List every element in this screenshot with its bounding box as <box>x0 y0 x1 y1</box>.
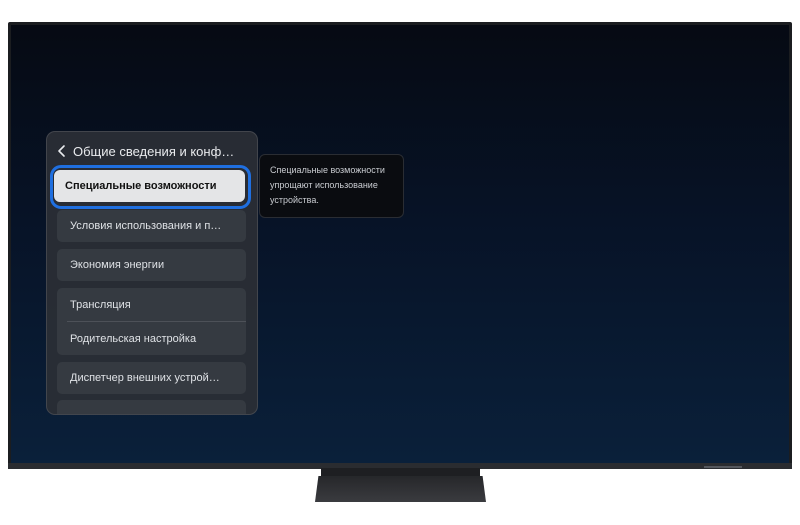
menu-item-label: Трансляция <box>70 298 131 311</box>
settings-menu-panel: Общие сведения и конф… Специальные возмо… <box>46 131 258 415</box>
tooltip-text: Специальные возможности упрощают использ… <box>270 165 385 205</box>
menu-header: Общие сведения и конф… <box>47 132 257 170</box>
menu-item-energy-saving[interactable]: Экономия энергии <box>57 249 246 281</box>
menu-item-terms[interactable]: Условия использования и п… <box>57 210 246 242</box>
menu-item-partial[interactable] <box>57 400 246 414</box>
menu-item-accessibility[interactable]: Специальные возможности <box>54 170 245 202</box>
menu-item-label: Экономия энергии <box>70 259 165 271</box>
menu-item-label: Диспетчер внешних устрой… <box>70 372 220 384</box>
menu-item-casting[interactable]: Трансляция <box>57 288 246 321</box>
tv-logo <box>704 466 742 468</box>
menu-item-label: Специальные возможности <box>65 180 217 192</box>
menu-group: Трансляция Родительская настройка <box>57 288 246 355</box>
tv-stand-base <box>315 476 486 502</box>
chevron-left-icon[interactable] <box>51 132 73 170</box>
menu-item-label: Родительская настройка <box>70 332 197 345</box>
menu-item-label: Условия использования и п… <box>70 220 222 232</box>
tv-screen: Общие сведения и конф… Специальные возмо… <box>11 25 789 463</box>
description-tooltip: Специальные возможности упрощают использ… <box>259 154 404 218</box>
menu-item-external-device-manager[interactable]: Диспетчер внешних устрой… <box>57 362 246 394</box>
menu-title: Общие сведения и конф… <box>73 143 235 159</box>
menu-item-parental-control[interactable]: Родительская настройка <box>57 322 246 355</box>
tv-frame: Общие сведения и конф… Специальные возмо… <box>8 22 792 469</box>
